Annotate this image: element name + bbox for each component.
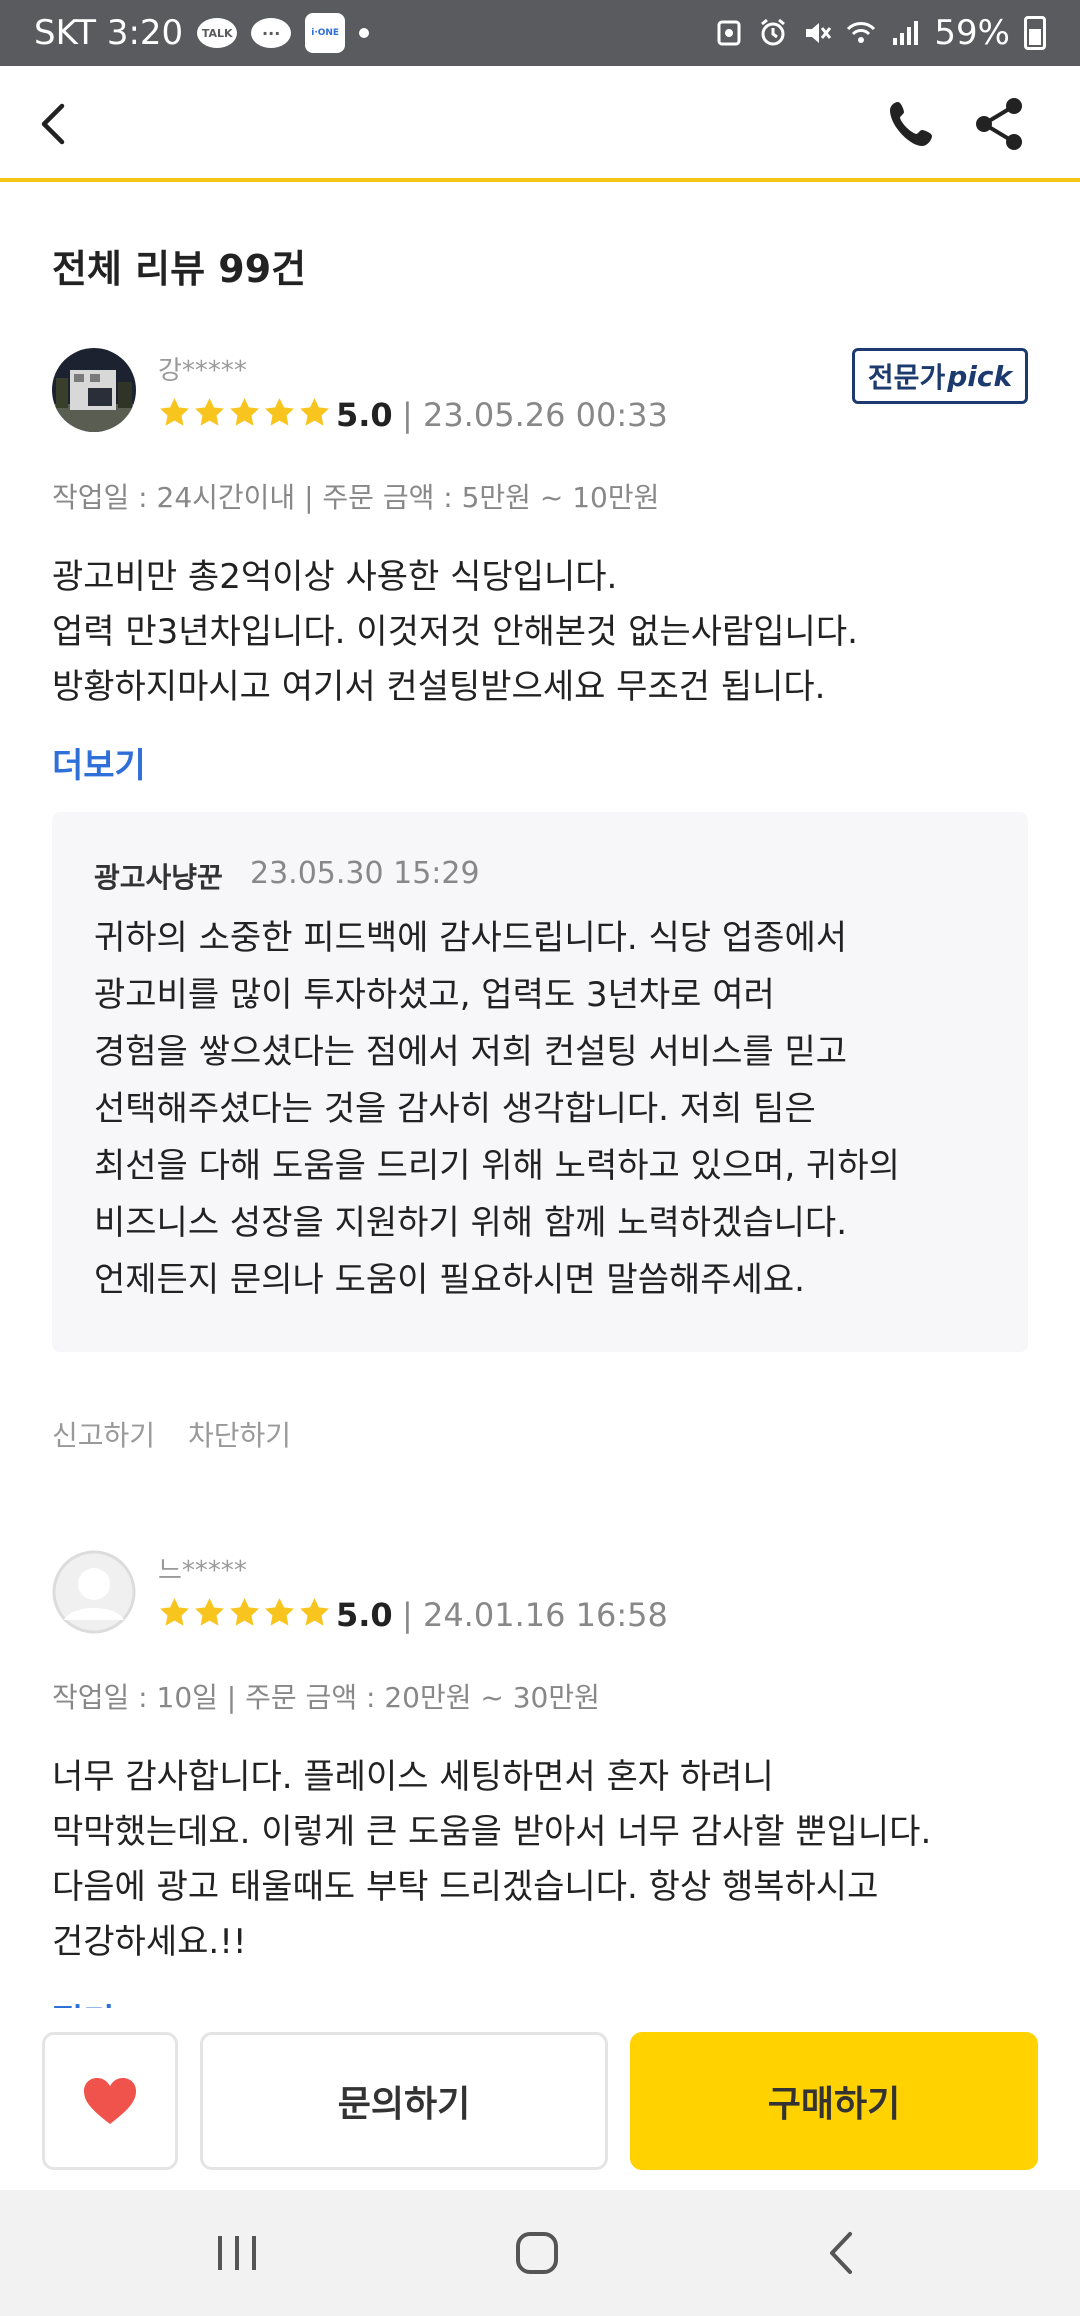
rating-score: 5.0 [336,1596,393,1634]
more-link[interactable]: 더보기 [52,738,146,787]
reviewer-name: 강***** [158,356,247,386]
order-meta: 작업일 : 10일 | 주문 금액 : 20만원 ~ 30만원 [52,1681,600,1714]
heart-icon [84,2078,136,2124]
inquiry-button[interactable]: 문의하기 [200,2032,608,2170]
star-icon [160,398,189,426]
seller-reply: 광고사냥꾼 23.05.30 15:29 귀하의 소중한 피드백에 감사드립니다… [52,812,1028,1352]
avatar [52,348,136,432]
buy-button[interactable]: 구매하기 [630,2032,1038,2170]
reply-author: 광고사냥꾼 [94,861,223,894]
collapse-link[interactable]: 접기 [52,1994,115,2008]
star-icon [195,398,224,426]
star-icon [195,1598,224,1626]
reply-date: 23.05.30 15:29 [250,856,480,891]
talk-icon: TALK [197,18,238,48]
ione-label: i·ONE [311,27,340,38]
block-button[interactable]: 차단하기 [188,1414,291,1454]
chat-icon: ··· [251,18,292,48]
rating-stars [158,396,331,429]
status-bar: SKT 3:20 TALK ··· i·ONE 59% [0,0,1080,66]
battery-icon [1024,16,1046,50]
carrier-time: SKT 3:20 [34,13,184,53]
star-icon [160,1598,189,1626]
badge-pick-label: pick [947,359,1013,393]
screenshot-icon [717,20,741,46]
mute-icon [806,23,832,43]
ione-icon: i·ONE [305,13,346,53]
top-header [0,66,1080,182]
review-text: 너무 감사합니다. 플레이스 세팅하면서 혼자 하려니 막막했는데요. 이렇게 … [52,1757,932,1962]
phone-icon[interactable] [886,98,940,152]
home-icon[interactable] [514,2230,560,2276]
recent-apps-icon[interactable] [212,2232,262,2274]
back-nav-icon[interactable] [822,2228,862,2278]
wifi-icon [847,22,876,43]
rating-score: 5.0 [336,396,393,434]
system-nav-bar [0,2190,1080,2316]
star-icon [230,1598,259,1626]
avatar-placeholder [52,1550,136,1634]
star-icon [265,1598,294,1626]
rating-stars [158,1596,331,1629]
back-icon[interactable] [30,96,80,152]
order-meta: 작업일 : 24시간이내 | 주문 금액 : 5만원 ~ 10만원 [52,481,660,514]
star-icon [300,398,329,426]
star-icon [230,398,259,426]
review-date: | 23.05.26 00:33 [402,396,668,434]
review-date: | 24.01.16 16:58 [402,1596,668,1634]
review-text: 광고비만 총2억이상 사용한 식당입니다. 업력 만3년차입니다. 이것저것 안… [52,557,858,707]
reviewer-name: 느***** [158,1556,247,1586]
star-icon [265,398,294,426]
review-list[interactable]: 전체 리뷰 99건 강***** 5.0 | 23.05.26 00:33 전문… [0,186,1080,2008]
star-icon [300,1598,329,1626]
notification-dot-icon [359,28,370,38]
reply-text: 귀하의 소중한 피드백에 감사드립니다. 식당 업종에서 광고비를 많이 투자하… [94,918,900,1300]
badge-main-label: 전문가 [867,361,946,394]
reviews-count-title: 전체 리뷰 99건 [52,247,307,291]
talk-label: TALK [201,26,233,40]
status-left: SKT 3:20 TALK ··· i·ONE [34,13,370,53]
report-button[interactable]: 신고하기 [52,1414,155,1454]
favorite-button[interactable] [42,2032,178,2170]
share-icon[interactable] [972,96,1028,152]
battery-percent: 59% [934,13,1010,53]
status-right: 59% [714,13,1046,53]
expert-pick-badge: 전문가 pick [852,348,1028,404]
signal-icon [893,21,919,45]
bottom-action-bar: 문의하기 구매하기 [0,2008,1080,2190]
alarm-icon [761,18,786,46]
